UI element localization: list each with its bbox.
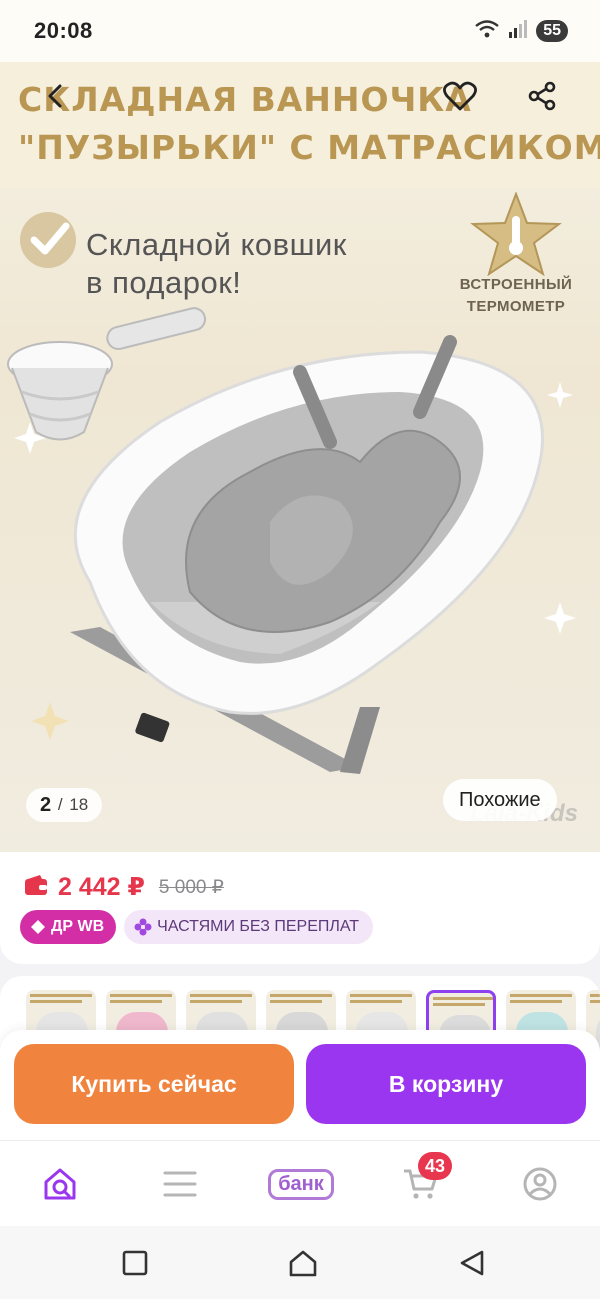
counter-separator: / — [53, 795, 68, 814]
product-gallery[interactable]: СКЛАДНАЯ ВАННОЧКА "ПУЗЫРЬКИ" С МАТРАСИКО… — [0, 62, 600, 852]
installments-badge[interactable]: ЧАСТЯМИ БЕЗ ПЕРЕПЛАТ — [124, 910, 374, 944]
badge-row: ДР WB ЧАСТЯМИ БЕЗ ПЕРЕПЛАТ — [20, 910, 374, 944]
recent-apps-button[interactable] — [115, 1246, 155, 1280]
old-price: 5 000 ₽ — [158, 876, 224, 898]
cart-count-badge: 43 — [418, 1152, 453, 1180]
buy-now-button[interactable]: Купить сейчас — [14, 1044, 294, 1124]
home-search-icon — [44, 1168, 76, 1200]
add-to-cart-button[interactable]: В корзину — [306, 1044, 586, 1124]
favorite-button[interactable] — [434, 70, 486, 122]
image-counter: 2 / 18 — [26, 788, 103, 822]
product-screen: 20:08 55 СКЛАДНАЯ ВАННОЧКА "ПУЗЫРЬКИ" С … — [0, 0, 600, 1299]
current-price: 2 442 ₽ — [58, 873, 145, 901]
image-title-line1: СКЛАДНАЯ ВАННОЧКА — [18, 80, 472, 119]
image-title-line2: "ПУЗЫРЬКИ" С МАТРАСИКОМ — [18, 128, 600, 167]
check-icon — [20, 212, 76, 268]
triangle-back-icon — [460, 1250, 484, 1276]
nav-home[interactable] — [30, 1159, 90, 1209]
star-icon — [470, 191, 562, 281]
home-icon — [289, 1250, 317, 1277]
bottom-nav: банк — [0, 1140, 600, 1226]
back-nav-button[interactable] — [452, 1246, 492, 1280]
status-bar: 20:08 55 — [0, 0, 600, 62]
counter-total: 18 — [69, 795, 89, 814]
nav-bank[interactable]: банк — [262, 1159, 340, 1209]
flower-icon — [134, 918, 152, 936]
share-button[interactable] — [516, 70, 568, 122]
status-icons: 55 — [474, 19, 568, 44]
profile-icon — [523, 1167, 557, 1201]
chevron-left-icon — [48, 84, 62, 108]
diamond-icon — [31, 920, 45, 934]
system-nav-bar — [0, 1226, 600, 1299]
square-icon — [122, 1250, 148, 1276]
back-button[interactable] — [30, 70, 82, 122]
bank-label: банк — [268, 1168, 334, 1200]
wallet-icon — [24, 874, 48, 901]
nav-catalog[interactable] — [150, 1159, 210, 1209]
home-button[interactable] — [283, 1246, 323, 1280]
similar-button[interactable]: Похожие — [443, 779, 557, 821]
price-row: 2 442 ₽ 5 000 ₽ — [24, 872, 224, 902]
nav-profile[interactable] — [510, 1159, 570, 1209]
price-card: 2 442 ₽ 5 000 ₽ ДР WB ЧАСТЯМИ БЕЗ ПЕРЕПЛ… — [0, 852, 600, 964]
promo-text: Складной ковшик в подарок! — [86, 227, 347, 300]
wifi-icon — [474, 19, 500, 44]
action-bar: Купить сейчас В корзину — [0, 1030, 600, 1140]
product-photo — [7, 307, 576, 774]
battery-indicator: 55 — [536, 20, 568, 42]
signal-icon — [508, 19, 528, 44]
status-time: 20:08 — [34, 18, 93, 43]
menu-icon — [163, 1171, 197, 1197]
counter-current: 2 — [40, 793, 52, 816]
share-icon — [528, 81, 556, 111]
birthday-badge[interactable]: ДР WB — [20, 910, 117, 944]
heart-icon — [443, 81, 477, 111]
